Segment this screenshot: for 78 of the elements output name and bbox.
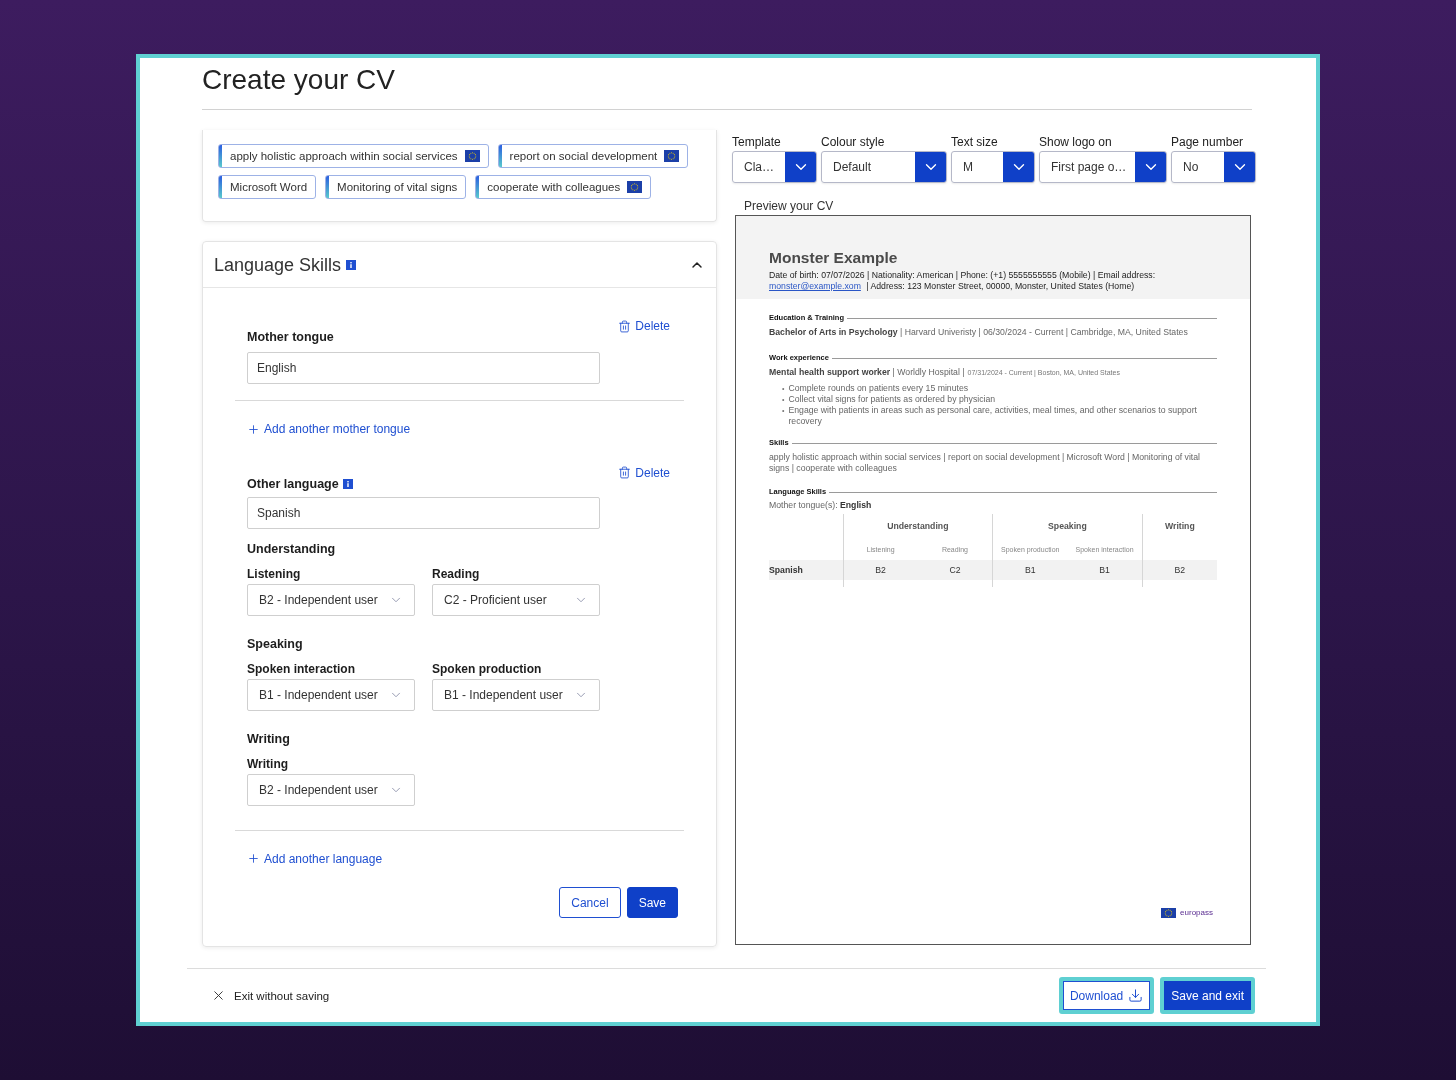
close-icon <box>211 988 226 1003</box>
table-cell: B1 <box>992 560 1068 580</box>
row-heading: Spanish <box>769 560 843 580</box>
setting-label: Show logo on <box>1039 135 1113 149</box>
email-link[interactable]: monster@example.xom <box>769 281 861 291</box>
level-dropdown[interactable]: B2 - Independent user <box>247 773 415 806</box>
info-icon[interactable] <box>342 478 353 489</box>
info-icon[interactable] <box>346 259 357 270</box>
setting-dropdown[interactable]: No <box>1171 151 1256 183</box>
setting-dropdown[interactable]: First page o… <box>1039 151 1167 183</box>
skill-tag[interactable]: cooperate with colleagues <box>475 175 652 199</box>
setting-label: Page number <box>1171 135 1245 149</box>
field-label: Mother tongue <box>247 329 334 345</box>
cancel-button[interactable]: Cancel <box>559 887 621 918</box>
logo-text: europass <box>1180 908 1213 918</box>
table-cell: B2 <box>1142 560 1217 580</box>
level-dropdown[interactable]: B1 - Independent user <box>247 678 415 711</box>
bullet-text: Engage with patients in areas such as personal care, activities, meal times, and other scenarios to support recovery <box>788 405 1198 427</box>
setting-label: Colour style <box>821 135 886 149</box>
cv-name: Monster Example <box>769 249 899 267</box>
skill-tag[interactable]: apply holistic approach within social services <box>218 144 489 168</box>
field-label: Other language <box>247 475 339 492</box>
add-mother-tongue-link[interactable]: Add another mother tongue <box>247 421 411 437</box>
mother-tongue-text: Mother tongue(s): English <box>769 500 873 511</box>
group-heading: Speaking <box>247 635 304 652</box>
download-button[interactable]: Download <box>1058 977 1155 1014</box>
setting-dropdown[interactable]: Cla… <box>732 151 817 183</box>
group-heading: Understanding <box>247 540 337 557</box>
field-label: Writing <box>247 756 290 771</box>
setting-dropdown[interactable]: Default <box>821 151 947 183</box>
level-dropdown[interactable]: B1 - Independent user <box>432 678 600 711</box>
level-dropdown[interactable]: C2 - Proficient user <box>432 583 600 616</box>
table-cell: B2 <box>843 560 918 580</box>
field-label: Listening <box>247 566 302 581</box>
bullet-text: Complete rounds on patients every 15 minutes <box>788 383 969 394</box>
table-cell: C2 <box>917 560 993 580</box>
skill-tag[interactable]: report on social development <box>497 144 689 168</box>
delete-button[interactable]: Delete <box>618 464 670 481</box>
field-label: Spoken interaction <box>247 661 357 676</box>
plus-icon <box>247 422 260 436</box>
save-button[interactable]: Save <box>626 887 678 918</box>
cv-entry-heading: Bachelor of Arts in Psychology | Harvard Univeristy | 06/30/2024 - Current | Cambridge, MA, United States <box>769 327 1188 338</box>
plus-icon <box>247 852 260 865</box>
setting-label: Text size <box>951 135 999 149</box>
preview-label: Preview your CV <box>743 199 835 213</box>
chevron-down-icon <box>1224 152 1255 182</box>
chevron-down-icon <box>1135 152 1166 182</box>
chevron-down-icon <box>915 152 946 182</box>
language-input[interactable]: English <box>247 352 600 384</box>
skill-tag[interactable]: Monitoring of vital signs <box>325 175 467 199</box>
chevron-down-icon <box>785 152 816 182</box>
delete-button[interactable]: Delete <box>618 318 670 334</box>
cv-entry-heading: Mental health support worker | Worldly Hospital | <box>769 367 965 378</box>
column-group-heading: Writing <box>1142 514 1217 538</box>
cv-skills-text: apply holistic approach within social services | report on social development | Microsoft Word | Monitoring of vital signs | cooperate with colleagues <box>769 452 1202 474</box>
column-group-heading: Speaking <box>992 514 1143 538</box>
field-label: Reading <box>432 566 481 581</box>
setting-label: Template <box>732 135 782 149</box>
table-cell: B1 <box>1067 560 1143 580</box>
contact-details: Date of birth: 07/07/2026 | Nationality: American | Phone: (+1) 5555555555 (Mobile) | Email address: monster@example.xom | Address: 123 Monster Street, 00000, Monster, United States (Home) <box>769 270 1157 292</box>
trash-icon <box>618 466 632 479</box>
trash-icon <box>618 319 632 333</box>
column-group-heading: Understanding <box>843 514 993 538</box>
setting-dropdown[interactable]: M <box>951 151 1035 183</box>
chevron-down-icon <box>1003 152 1034 182</box>
field-label: Spoken production <box>432 661 543 676</box>
flag-icon <box>1161 908 1177 918</box>
language-input[interactable]: Spanish <box>247 496 600 529</box>
bullet-text: Collect vital signs for patients as ordered by physician <box>788 394 996 405</box>
exit-button[interactable]: Exit without saving <box>211 988 330 1003</box>
add-language-link[interactable]: Add another language <box>247 850 383 867</box>
group-heading: Writing <box>247 730 291 747</box>
skill-tag[interactable]: Microsoft Word <box>218 175 317 199</box>
download-icon <box>1128 988 1144 1003</box>
level-dropdown[interactable]: B2 - Independent user <box>247 583 415 616</box>
section-title: Language Skills <box>214 253 342 276</box>
page-title: Create your CV <box>202 63 396 97</box>
save-and-exit-button[interactable]: Save and exit <box>1160 977 1255 1014</box>
